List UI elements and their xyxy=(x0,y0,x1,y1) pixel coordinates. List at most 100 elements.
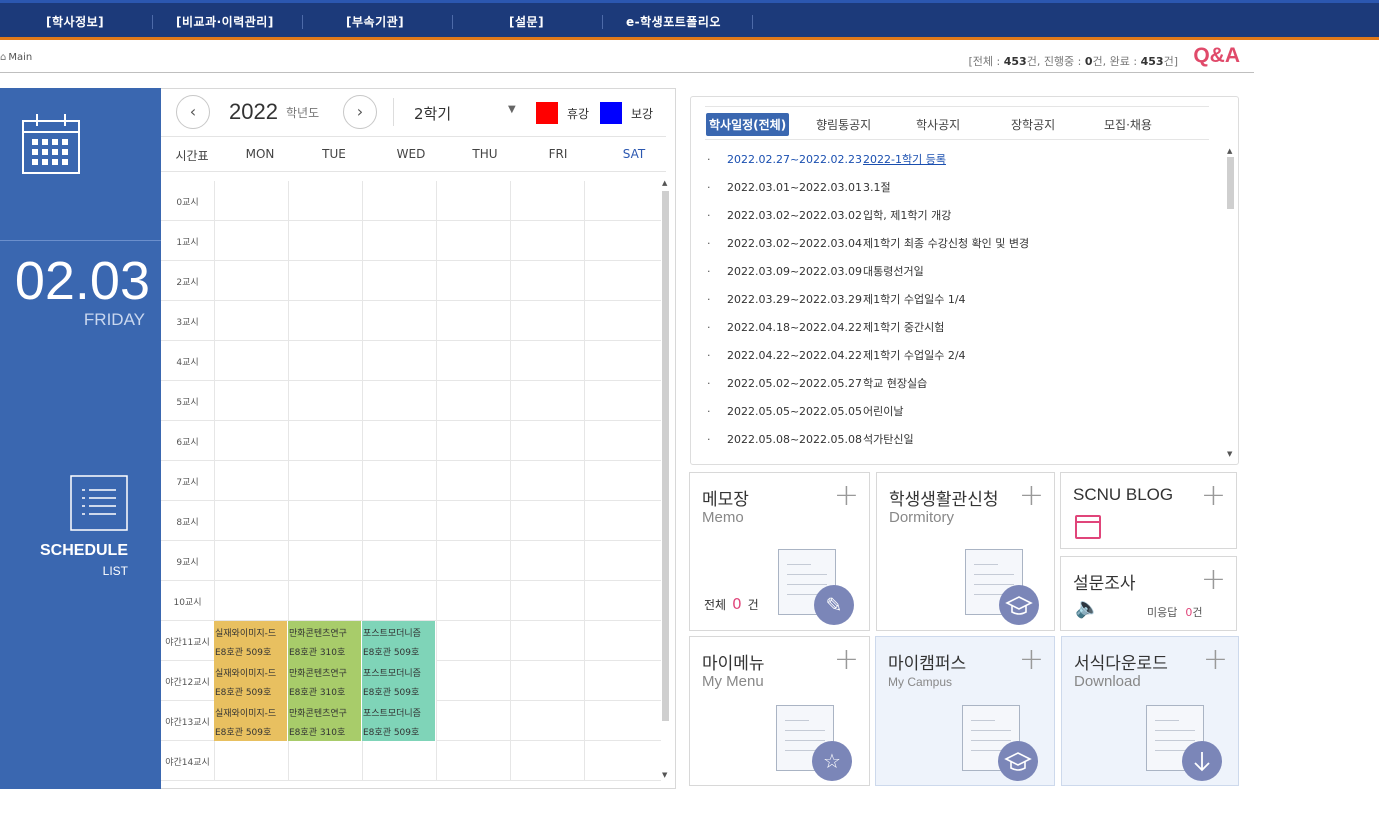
class-block[interactable]: 실재와이미지-드 E8호관 509호 xyxy=(214,701,288,741)
download-add-icon[interactable]: + xyxy=(1203,645,1228,675)
tab-academic-notice[interactable]: 학사공지 xyxy=(916,116,960,133)
notice-title: 3.1절 xyxy=(863,181,891,194)
header-thu: THU xyxy=(472,147,498,161)
nav-survey[interactable]: [설문] xyxy=(509,13,544,30)
notice-item[interactable]: · 2022.05.08~2022.05.08석가탄신일 xyxy=(707,431,914,451)
class-room: E8호관 509호 xyxy=(215,728,272,738)
home-icon[interactable]: ⌂ xyxy=(0,52,6,63)
memo-add-icon[interactable]: + xyxy=(834,481,859,511)
class-block[interactable]: 실재와이미지-드 E8호관 509호 xyxy=(214,621,288,661)
header-sat: SAT xyxy=(622,147,646,161)
class-block[interactable]: 포스트모더니즘 E8호관 509호 xyxy=(362,661,436,701)
breadcrumb-main[interactable]: Main xyxy=(8,52,32,63)
tab-academic-calendar[interactable]: 학사일정(전체) xyxy=(706,113,790,136)
mycampus-title: 마이캠퍼스 xyxy=(888,654,967,674)
dormitory-add-icon[interactable]: + xyxy=(1019,481,1044,511)
tab-hyangrim-notice[interactable]: 향림통공지 xyxy=(816,116,871,133)
period-label: 야간11교시 xyxy=(165,638,210,648)
notice-item[interactable]: · 2022.05.05~2022.05.05어린이날 xyxy=(707,403,903,423)
schedule-list-label[interactable]: LIST xyxy=(0,564,128,578)
notice-end-date: 2022.05.08 xyxy=(799,433,862,446)
notice-title: 제1학기 중간시험 xyxy=(863,321,945,334)
class-block[interactable]: 실재와이미지-드 E8호관 509호 xyxy=(214,661,288,701)
blog-card[interactable]: SCNU BLOG + xyxy=(1060,472,1237,549)
bullet-icon: · xyxy=(707,265,711,278)
class-name: 만화콘텐츠연구 xyxy=(289,669,347,679)
notice-item[interactable]: · 2022.04.22~2022.04.22제1학기 수업일수 2/4 xyxy=(707,347,966,367)
period-label: 4교시 xyxy=(176,358,199,368)
tab-scholarship-notice[interactable]: 장학공지 xyxy=(1011,116,1055,133)
mymenu-subtitle: My Menu xyxy=(702,673,764,690)
notice-item[interactable]: · 2022.03.02~2022.03.04제1학기 최종 수강신청 확인 및 … xyxy=(707,235,1029,255)
survey-status: 미응답 0건 xyxy=(1147,604,1203,620)
mymenu-add-icon[interactable]: + xyxy=(834,645,859,675)
bullet-icon: · xyxy=(707,405,711,418)
breadcrumb: ⌂ Main xyxy=(0,52,32,63)
period-label: 10교시 xyxy=(173,598,202,608)
next-year-button[interactable]: › xyxy=(343,95,377,129)
scroll-thumb[interactable] xyxy=(1227,157,1234,209)
mycampus-add-icon[interactable]: + xyxy=(1019,645,1044,675)
class-block[interactable]: 만화콘텐츠연구 E8호관 310호 xyxy=(288,661,362,701)
bullet-icon: · xyxy=(707,321,711,334)
nav-academic-info[interactable]: [학사정보] xyxy=(46,13,104,30)
blog-add-icon[interactable]: + xyxy=(1201,481,1226,511)
speaker-icon: 🔈 xyxy=(1075,595,1100,619)
memo-title: 메모장 xyxy=(702,490,749,510)
class-name: 포스트모더니즘 xyxy=(363,629,421,639)
notice-start-date: 2022.02.27~ xyxy=(727,153,800,166)
bullet-icon: · xyxy=(707,349,711,362)
memo-card[interactable]: 메모장 Memo + ✎ 전체 0 건 xyxy=(689,472,870,631)
memo-subtitle: Memo xyxy=(702,509,744,526)
notice-item[interactable]: · 2022.03.29~2022.03.29제1학기 수업일수 1/4 xyxy=(707,291,966,311)
notice-end-date: 2022.03.29 xyxy=(799,293,862,306)
qa-done: 453 xyxy=(1140,55,1164,68)
mymenu-card[interactable]: 마이메뉴 My Menu + ☆ xyxy=(689,636,870,786)
nav-affiliated[interactable]: [부속기관] xyxy=(346,13,404,30)
nav-separator xyxy=(302,15,303,29)
timetable-scrollbar[interactable]: ▲ ▼ xyxy=(660,179,672,784)
period-label: 야간14교시 xyxy=(165,758,210,768)
scroll-up-icon[interactable]: ▲ xyxy=(1227,147,1232,155)
date-panel: 02.03 FRIDAY SCHEDULE LIST xyxy=(0,88,161,789)
class-name: 실재와이미지-드 xyxy=(215,629,277,639)
dormitory-subtitle: Dormitory xyxy=(889,509,955,526)
notice-item[interactable]: · 2022.03.02~2022.03.02입학, 제1학기 개강 xyxy=(707,207,951,227)
scroll-down-icon[interactable]: ▼ xyxy=(1227,450,1232,458)
year-label: 학년도 xyxy=(286,106,320,120)
schedule-label[interactable]: SCHEDULE xyxy=(0,542,128,560)
download-card[interactable]: 서식다운로드 Download + xyxy=(1061,636,1239,786)
nav-extracurricular[interactable]: [비교과·이력관리] xyxy=(176,13,274,30)
class-room: E8호관 509호 xyxy=(363,728,420,738)
notice-item[interactable]: · 2022.03.09~2022.03.09대통령선거일 xyxy=(707,263,924,283)
qa-link[interactable]: Q&A xyxy=(1193,44,1240,68)
browser-window-icon xyxy=(1075,515,1101,539)
nav-portfolio[interactable]: e-학생포트폴리오 xyxy=(626,13,721,30)
timetable-panel: ‹ 2022 학년도 › 2학기 ▼ 휴강 보강 시간표 MON TUE WED… xyxy=(161,88,676,789)
notice-item[interactable]: · 2022.05.02~2022.05.27학교 현장실습 xyxy=(707,375,927,395)
class-block[interactable]: 만화콘텐츠연구 E8호관 310호 xyxy=(288,701,362,741)
timetable-row: 야간14교시 xyxy=(161,741,661,781)
class-block[interactable]: 포스트모더니즘 E8호관 509호 xyxy=(362,621,436,661)
calendar-icon[interactable] xyxy=(22,112,80,174)
notice-item[interactable]: · 2022.02.27~2022.02.232022-1학기 등록 xyxy=(707,151,946,171)
dormitory-card[interactable]: 학생생활관신청 Dormitory + xyxy=(876,472,1055,631)
class-block[interactable]: 포스트모더니즘 E8호관 509호 xyxy=(362,701,436,741)
notice-scrollbar[interactable]: ▲ ▼ xyxy=(1226,147,1236,462)
scroll-thumb[interactable] xyxy=(662,191,669,721)
prev-year-button[interactable]: ‹ xyxy=(176,95,210,129)
class-block[interactable]: 만화콘텐츠연구 E8호관 310호 xyxy=(288,621,362,661)
mycampus-card[interactable]: 마이캠퍼스 My Campus + xyxy=(875,636,1055,786)
tab-recruitment[interactable]: 모집·채용 xyxy=(1104,116,1152,133)
memo-count-unit: 건 xyxy=(747,598,759,612)
class-room: E8호관 509호 xyxy=(363,688,420,698)
notice-item[interactable]: · 2022.03.01~2022.03.013.1절 xyxy=(707,179,891,199)
survey-add-icon[interactable]: + xyxy=(1201,565,1226,595)
scroll-down-icon[interactable]: ▼ xyxy=(662,771,667,779)
notice-start-date: 2022.05.02~ xyxy=(727,377,800,390)
schedule-list-icon[interactable] xyxy=(70,475,128,531)
semester-select[interactable]: 2학기 ▼ xyxy=(393,98,523,126)
notice-item[interactable]: · 2022.04.18~2022.04.22제1학기 중간시험 xyxy=(707,319,944,339)
scroll-up-icon[interactable]: ▲ xyxy=(662,179,667,187)
survey-card[interactable]: 설문조사 + 🔈 미응답 0건 xyxy=(1060,556,1237,631)
